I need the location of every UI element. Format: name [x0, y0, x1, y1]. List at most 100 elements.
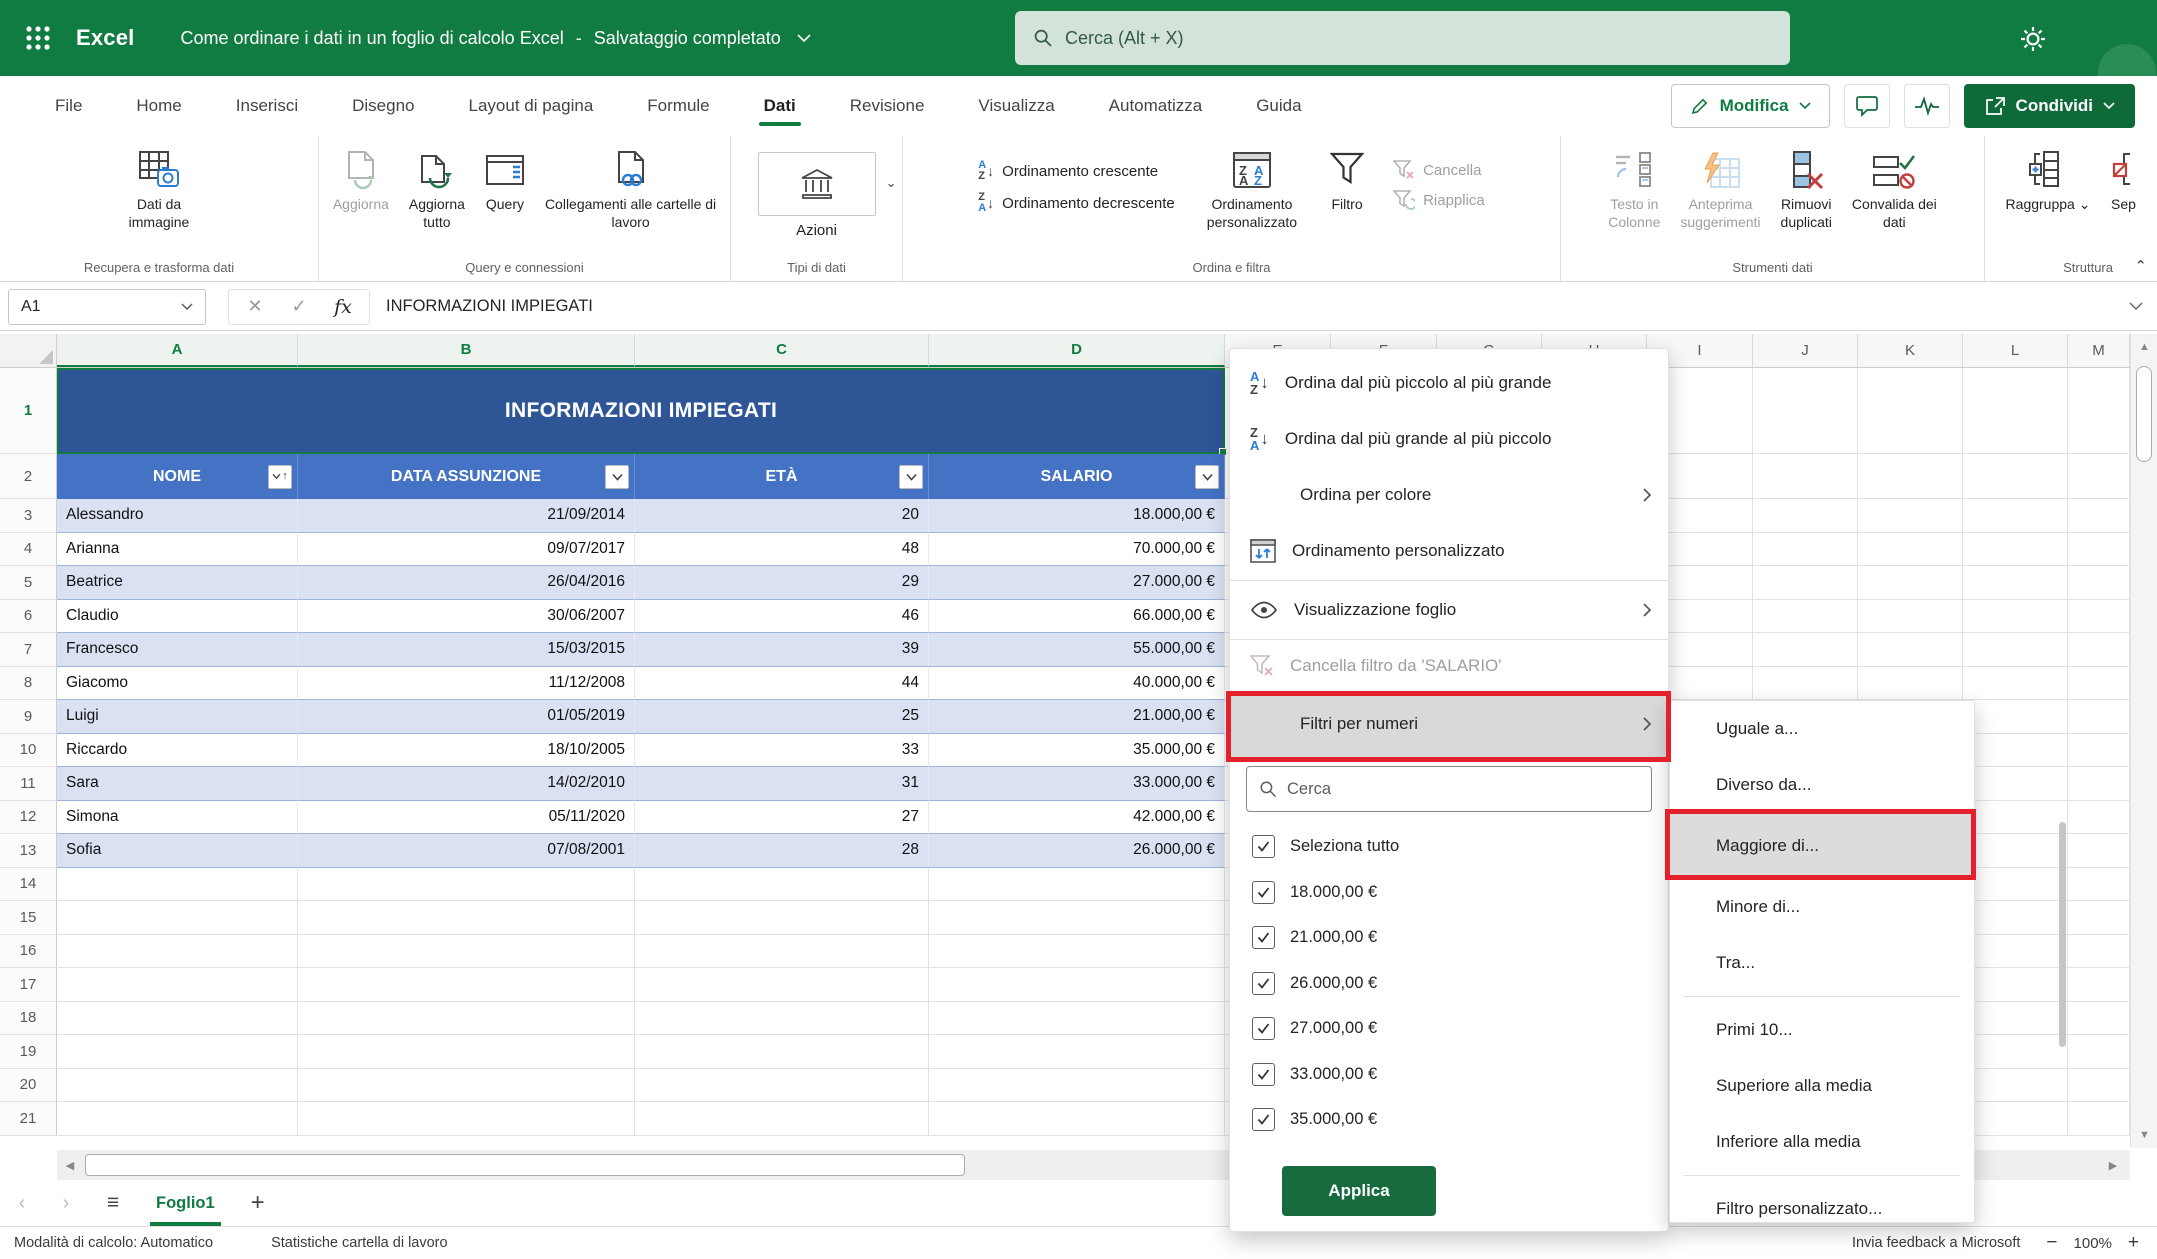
submenu-item-uguale-a[interactable]: Uguale a... [1670, 701, 1974, 757]
menu-item-sort-by-color[interactable]: Ordina per colore [1230, 467, 1668, 523]
scroll-up-arrow[interactable]: ▲ [2131, 334, 2157, 360]
cell-hire-date[interactable]: 05/11/2020 [298, 801, 635, 835]
tab-disegno[interactable]: Disegno [325, 82, 441, 130]
cell-name[interactable]: Luigi [57, 700, 298, 734]
add-sheet-button[interactable]: + [251, 1189, 265, 1217]
cell-L10[interactable] [1963, 734, 2068, 768]
cell-J4[interactable] [1753, 533, 1858, 567]
cell-B19[interactable] [298, 1035, 635, 1069]
group-button[interactable]: Raggruppa ⌄ [1996, 146, 2101, 216]
table-header-salario[interactable]: SALARIO [929, 454, 1225, 499]
queries-button[interactable]: Query [475, 146, 535, 216]
settings-button[interactable] [2012, 18, 2054, 60]
submenu-item-primi-10[interactable]: Primi 10... [1670, 1002, 1974, 1058]
cell-salary[interactable]: 42.000,00 € [929, 801, 1225, 835]
scroll-right-arrow[interactable]: ▶ [2100, 1150, 2126, 1180]
cell-hire-date[interactable]: 21/09/2014 [298, 499, 635, 533]
cell-D17[interactable] [929, 968, 1225, 1002]
row-header-13[interactable]: 13 [0, 834, 57, 868]
cell-M14[interactable] [2068, 868, 2130, 902]
cell-name[interactable]: Simona [57, 801, 298, 835]
filter-button[interactable]: Filtro [1317, 146, 1377, 216]
tab-layout-di-pagina[interactable]: Layout di pagina [442, 82, 621, 130]
cell-salary[interactable]: 21.000,00 € [929, 700, 1225, 734]
cell-J7[interactable] [1753, 633, 1858, 667]
submenu-item-minore-di[interactable]: Minore di... [1670, 879, 1974, 935]
row-header-20[interactable]: 20 [0, 1069, 57, 1103]
column-header-K[interactable]: K [1858, 334, 1963, 367]
cell-age[interactable]: 46 [635, 600, 929, 634]
column-filter-button-A[interactable]: ↑ [268, 465, 292, 489]
row-header-5[interactable]: 5 [0, 566, 57, 600]
cell-L5[interactable] [1963, 566, 2068, 600]
expand-formula-bar-icon[interactable] [2129, 302, 2143, 311]
cell-C20[interactable] [635, 1069, 929, 1103]
cell-D19[interactable] [929, 1035, 1225, 1069]
cell-K1[interactable] [1858, 368, 1963, 454]
cell-L8[interactable] [1963, 667, 2068, 701]
cell-salary[interactable]: 27.000,00 € [929, 566, 1225, 600]
search-input[interactable] [1065, 28, 1665, 49]
cell-D20[interactable] [929, 1069, 1225, 1103]
submenu-item-superiore-alla-media[interactable]: Superiore alla media [1670, 1058, 1974, 1114]
submenu-item-inferiore-alla-media[interactable]: Inferiore alla media [1670, 1114, 1974, 1170]
column-header-M[interactable]: M [2068, 334, 2130, 367]
filter-check-value[interactable]: 21.000,00 € [1252, 915, 1668, 961]
cell-hire-date[interactable]: 15/03/2015 [298, 633, 635, 667]
cell-M18[interactable] [2068, 1002, 2130, 1036]
custom-sort-button[interactable]: ZAAZ Ordinamento personalizzato [1197, 146, 1307, 233]
formula-content[interactable]: INFORMAZIONI IMPIEGATI [386, 297, 2129, 316]
zoom-level[interactable]: 100% [2074, 1235, 2112, 1252]
cell-age[interactable]: 25 [635, 700, 929, 734]
cell-L13[interactable] [1963, 834, 2068, 868]
cell-M11[interactable] [2068, 767, 2130, 801]
cell-C21[interactable] [635, 1102, 929, 1136]
cell-M9[interactable] [2068, 700, 2130, 734]
cell-hire-date[interactable]: 09/07/2017 [298, 533, 635, 567]
cell-B17[interactable] [298, 968, 635, 1002]
table-header-data-assunzione[interactable]: DATA ASSUNZIONE [298, 454, 635, 499]
cell-name[interactable]: Arianna [57, 533, 298, 567]
cell-hire-date[interactable]: 18/10/2005 [298, 734, 635, 768]
actions-caret-icon[interactable]: ⌄ [886, 175, 897, 191]
vertical-scrollbar[interactable]: ▲ ▼ [2130, 334, 2157, 1148]
cell-A18[interactable] [57, 1002, 298, 1036]
cell-B21[interactable] [298, 1102, 635, 1136]
cell-age[interactable]: 44 [635, 667, 929, 701]
cell-J2[interactable] [1753, 454, 1858, 499]
cell-B16[interactable] [298, 935, 635, 969]
filter-check-value[interactable]: 26.000,00 € [1252, 961, 1668, 1007]
cell-L1[interactable] [1963, 368, 2068, 454]
cell-C14[interactable] [635, 868, 929, 902]
cell-hire-date[interactable]: 07/08/2001 [298, 834, 635, 868]
feedback-link[interactable]: Invia feedback a Microsoft [1852, 1235, 2020, 1251]
cell-M12[interactable] [2068, 801, 2130, 835]
cell-J1[interactable] [1753, 368, 1858, 454]
cell-L19[interactable] [1963, 1035, 2068, 1069]
cell-C16[interactable] [635, 935, 929, 969]
cell-name[interactable]: Sara [57, 767, 298, 801]
submenu-item-diverso-da[interactable]: Diverso da... [1670, 757, 1974, 813]
cell-A17[interactable] [57, 968, 298, 1002]
row-header-11[interactable]: 11 [0, 767, 57, 801]
cell-L7[interactable] [1963, 633, 2068, 667]
column-header-B[interactable]: B [298, 334, 635, 367]
activity-button[interactable] [1904, 84, 1950, 128]
sort-descending-button[interactable]: ZA↓ Ordinamento decrescente [978, 192, 1175, 214]
sort-ascending-button[interactable]: AZ↓ Ordinamento crescente [978, 160, 1175, 182]
workbook-links-button[interactable]: Collegamenti alle cartelle di lavoro [535, 146, 726, 233]
row-header-1[interactable]: 1 [0, 368, 57, 454]
name-box[interactable]: A1 [8, 289, 206, 325]
checkbox-checked-icon[interactable] [1252, 881, 1275, 904]
cell-salary[interactable]: 70.000,00 € [929, 533, 1225, 567]
tab-dati[interactable]: Dati [737, 82, 823, 130]
filter-check-value[interactable]: 27.000,00 € [1252, 1006, 1668, 1052]
menu-item-number-filters[interactable]: Filtri per numeri [1230, 691, 1668, 757]
share-button[interactable]: Condividi [1964, 84, 2135, 128]
filter-list-scrollbar[interactable] [2059, 822, 2066, 1047]
reapply-filter-button[interactable]: Riapplica [1393, 190, 1485, 210]
cell-hire-date[interactable]: 01/05/2019 [298, 700, 635, 734]
filter-check-value[interactable]: 35.000,00 € [1252, 1097, 1668, 1143]
row-header-15[interactable]: 15 [0, 901, 57, 935]
row-header-3[interactable]: 3 [0, 499, 57, 533]
